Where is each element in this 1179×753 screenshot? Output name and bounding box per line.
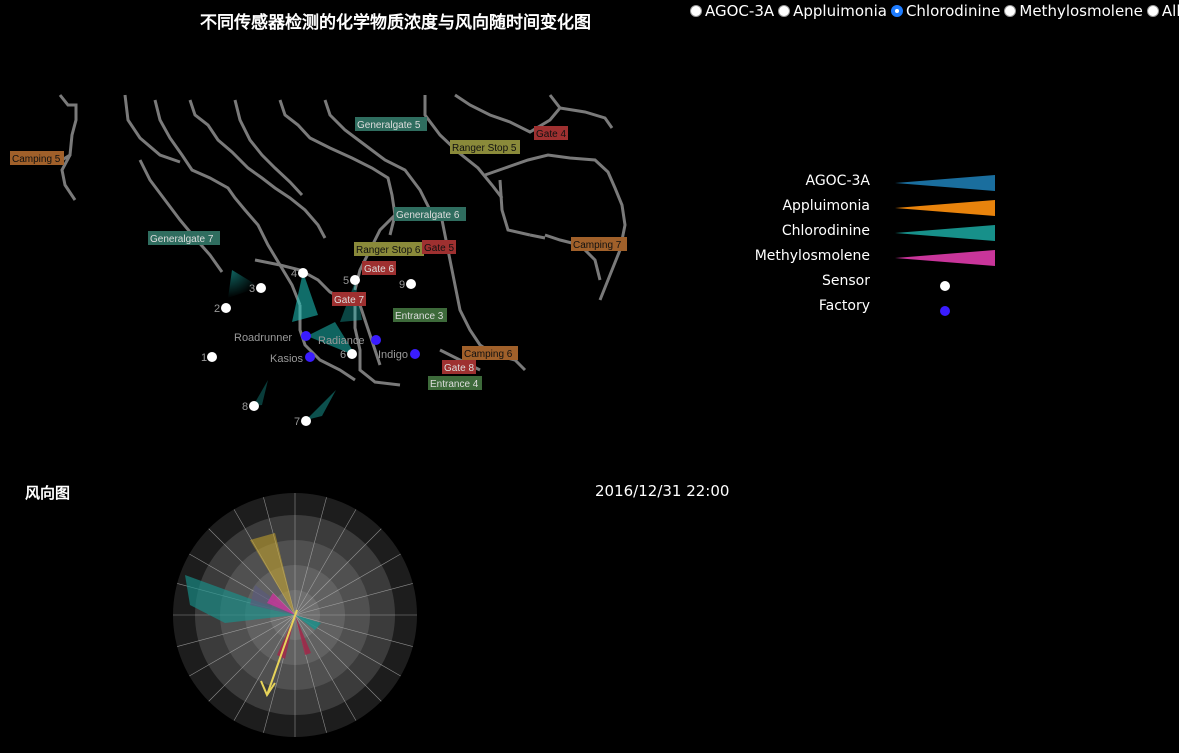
svg-text:Ranger Stop 5: Ranger Stop 5 xyxy=(452,143,517,154)
location-label: Gate 7 xyxy=(332,292,366,306)
svg-text:8: 8 xyxy=(242,401,248,413)
wind-rose-title: 风向图 xyxy=(25,484,71,502)
svg-text:6: 6 xyxy=(340,349,346,361)
radio-label: Methylosmolene xyxy=(1019,2,1143,20)
svg-text:Gate 8: Gate 8 xyxy=(444,363,474,374)
location-label: Gate 5 xyxy=(422,240,456,254)
radio-indicator[interactable] xyxy=(778,5,791,17)
svg-text:Gate 7: Gate 7 xyxy=(334,295,364,306)
location-label: Camping 7 xyxy=(571,237,627,251)
location-label: Ranger Stop 5 xyxy=(450,140,520,154)
svg-text:Camping 6: Camping 6 xyxy=(464,349,513,360)
legend-label: AGOC-3A xyxy=(805,173,870,189)
location-label: Generalgate 7 xyxy=(148,231,220,245)
sensor-marker[interactable]: 3 xyxy=(249,283,266,295)
svg-text:Gate 5: Gate 5 xyxy=(424,243,454,254)
chemical-selector[interactable]: AGOC-3A Appluimonia Chlorodinine Methylo… xyxy=(690,2,1179,20)
legend-wedge xyxy=(895,225,995,241)
sensor-marker[interactable]: 7 xyxy=(294,416,311,428)
radio-chlorodinine[interactable]: Chlorodinine xyxy=(890,2,1001,20)
radio-label: All xyxy=(1161,2,1179,20)
legend-label: Methylosmolene xyxy=(754,248,870,264)
legend-wedge xyxy=(895,175,995,191)
legend-item: AGOC-3A xyxy=(740,170,1020,195)
svg-text:Generalgate 6: Generalgate 6 xyxy=(396,210,460,221)
svg-text:3: 3 xyxy=(249,283,255,295)
radio-indicator[interactable] xyxy=(1004,5,1017,17)
svg-text:5: 5 xyxy=(343,275,349,287)
svg-text:Entrance 3: Entrance 3 xyxy=(395,311,444,322)
svg-text:4: 4 xyxy=(291,268,297,280)
plume xyxy=(306,390,336,420)
svg-text:Gate 4: Gate 4 xyxy=(536,129,566,140)
radio-label: Appluimonia xyxy=(793,2,887,20)
legend-dot xyxy=(940,281,950,291)
svg-text:Gate 6: Gate 6 xyxy=(364,264,394,275)
sensor-marker[interactable]: 4 xyxy=(291,268,308,280)
wind-rose xyxy=(173,493,417,737)
map-legend: AGOC-3A Appluimonia Chlorodinine Methylo… xyxy=(740,170,1020,320)
page-title: 不同传感器检测的化学物质浓度与风向随时间变化图 xyxy=(200,13,591,33)
location-label: Gate 6 xyxy=(362,261,396,275)
location-label: Camping 6 xyxy=(462,346,518,360)
location-label: Generalgate 6 xyxy=(394,207,466,221)
radio-label: AGOC-3A xyxy=(705,2,775,20)
location-label: Camping 5 xyxy=(10,151,64,165)
svg-text:2: 2 xyxy=(214,303,220,315)
location-label: Generalgate 5 xyxy=(355,117,427,131)
svg-text:Kasios: Kasios xyxy=(270,353,304,365)
svg-text:Indigo: Indigo xyxy=(378,349,408,361)
sensor-marker[interactable]: 1 xyxy=(201,352,217,364)
legend-item: Methylosmolene xyxy=(740,245,1020,270)
radio-appluimonia[interactable]: Appluimonia xyxy=(778,2,887,20)
svg-text:Camping 5: Camping 5 xyxy=(12,154,61,165)
legend-label: Factory xyxy=(818,298,870,314)
svg-text:7: 7 xyxy=(294,416,300,428)
radio-agoc[interactable]: AGOC-3A xyxy=(690,2,774,20)
map: Camping 5 Generalgate 5 Ranger Stop 5 Ga… xyxy=(10,93,627,428)
radio-all[interactable]: All xyxy=(1146,2,1179,20)
location-label: Entrance 3 xyxy=(393,308,447,322)
svg-text:1: 1 xyxy=(201,352,207,364)
svg-text:Ranger Stop 6: Ranger Stop 6 xyxy=(356,245,421,256)
legend-label: Sensor xyxy=(822,273,870,289)
legend-item: Chlorodinine xyxy=(740,220,1020,245)
legend-item: Factory xyxy=(740,295,1020,320)
factory-marker[interactable]: Indigo xyxy=(378,349,420,361)
radio-methylosmolene[interactable]: Methylosmolene xyxy=(1004,2,1143,20)
location-label: Ranger Stop 6 xyxy=(354,242,424,256)
sensor-marker[interactable]: 8 xyxy=(242,401,259,413)
location-label: Entrance 4 xyxy=(428,376,482,390)
svg-text:Roadrunner: Roadrunner xyxy=(234,332,292,344)
legend-item: Appluimonia xyxy=(740,195,1020,220)
svg-text:Generalgate 5: Generalgate 5 xyxy=(357,120,421,131)
legend-label: Appluimonia xyxy=(782,198,870,214)
sensor-marker[interactable]: 2 xyxy=(214,303,231,315)
legend-wedge xyxy=(895,250,995,266)
sensor-marker[interactable]: 6 xyxy=(340,349,357,361)
legend-wedge xyxy=(895,200,995,216)
radio-indicator[interactable] xyxy=(1146,5,1159,17)
sensor-marker[interactable]: 9 xyxy=(399,279,416,291)
plume xyxy=(228,270,260,298)
svg-text:Generalgate 7: Generalgate 7 xyxy=(150,234,214,245)
location-label: Gate 8 xyxy=(442,360,476,374)
legend-label: Chlorodinine xyxy=(781,223,870,239)
radio-indicator[interactable] xyxy=(690,5,702,17)
svg-text:Radiance: Radiance xyxy=(318,335,364,347)
location-label: Gate 4 xyxy=(534,126,568,140)
factory-marker[interactable]: Kasios xyxy=(270,352,315,365)
radio-indicator[interactable] xyxy=(890,5,903,17)
legend-dot xyxy=(940,306,950,316)
svg-text:Entrance 4: Entrance 4 xyxy=(430,379,479,390)
svg-text:9: 9 xyxy=(399,279,405,291)
legend-item: Sensor xyxy=(740,270,1020,295)
timestamp: 2016/12/31 22:00 xyxy=(595,482,730,500)
radio-label: Chlorodinine xyxy=(905,2,1001,20)
svg-text:Camping 7: Camping 7 xyxy=(573,240,622,251)
